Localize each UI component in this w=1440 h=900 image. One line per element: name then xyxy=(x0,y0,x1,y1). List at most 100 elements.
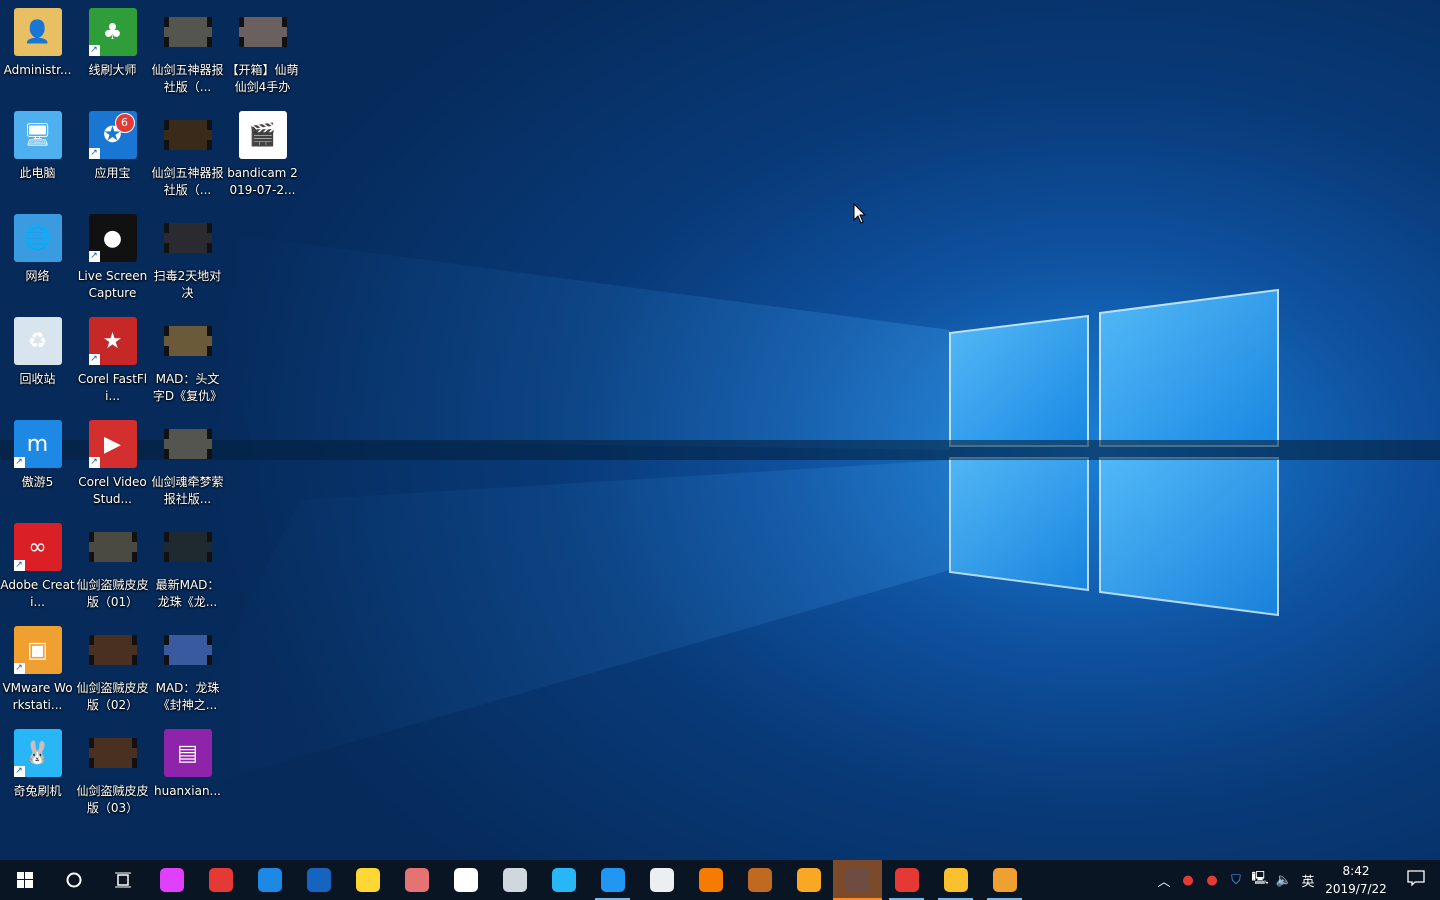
maxthon-icon: m ↗ xyxy=(13,420,62,468)
shortcut-arrow-icon: ↗ xyxy=(13,766,25,777)
desktop-icon-label: 网络 xyxy=(25,269,50,283)
taskbar-app-button[interactable] xyxy=(294,860,343,900)
desktop-icon[interactable]: ✪ ↗ 6 应用宝 xyxy=(75,107,150,207)
clock-date: 2019/7/22 xyxy=(1325,882,1387,896)
qq-penguin-icon[interactable]: ● xyxy=(1200,873,1224,888)
shield-icon[interactable]: ⛉ xyxy=(1224,873,1248,888)
desktop-icon[interactable]: 仙剑魂牵梦萦报社版... xyxy=(150,416,225,516)
desktop-icon[interactable]: ● ↗ Live Screen Capture xyxy=(75,210,150,310)
desktop-icon-label: 回收站 xyxy=(19,372,56,386)
taskbar-app-button[interactable] xyxy=(441,860,490,900)
taskbar-app-button[interactable] xyxy=(147,860,196,900)
user-folder-icon: 👤 xyxy=(13,8,62,56)
taskbar-app-button[interactable] xyxy=(980,860,1029,900)
ime-indicator[interactable]: 英 xyxy=(1296,871,1320,890)
notification-badge: 6 xyxy=(114,113,135,133)
taskbar-app-button[interactable] xyxy=(686,860,735,900)
desktop-icon[interactable]: 仙剑盗贼皮皮版（03） xyxy=(75,725,150,825)
task-view-icon[interactable] xyxy=(98,860,147,900)
desktop-icon[interactable]: ▤ huanxian... xyxy=(150,725,225,825)
video-file-icon xyxy=(163,223,212,253)
taskbar-app-button[interactable] xyxy=(588,860,637,900)
windows-start-icon[interactable] xyxy=(0,860,49,900)
desktop-icon[interactable]: ♣ ↗ 线刷大师 xyxy=(75,4,150,104)
taskbar-app-button[interactable] xyxy=(637,860,686,900)
desktop-icon[interactable]: ∞ ↗ Adobe Creati... xyxy=(0,519,75,619)
swift-bird-icon xyxy=(257,868,282,892)
desktop-icon-label: Corel VideoStud... xyxy=(78,475,147,506)
desktop-icon-label: 仙剑盗贼皮皮版（02） xyxy=(76,681,149,712)
shortcut-arrow-icon: ↗ xyxy=(13,663,25,674)
desktop-icon[interactable]: 仙剑五神器报社版（... xyxy=(150,107,225,207)
corel-fastflick-icon: ★ ↗ xyxy=(88,317,137,365)
desktop-icon-label: 最新MAD：龙珠《龙... xyxy=(155,578,220,609)
desktop-icon-label: 仙剑盗贼皮皮版（03） xyxy=(76,784,149,815)
video-file-icon xyxy=(163,429,212,459)
network-icon: 🌐 xyxy=(13,214,62,262)
video-file-icon xyxy=(163,326,212,356)
taskbar-app-button[interactable] xyxy=(343,860,392,900)
desktop-icon-label: 仙剑魂牵梦萦报社版... xyxy=(151,475,224,506)
taskbar-app-button[interactable] xyxy=(882,860,931,900)
desktop-icon[interactable]: 🖥 此电脑 xyxy=(0,107,75,207)
desktop[interactable]: 👤 Administr... 🖥 此电脑 🌐 网络 ♻ 回收站 m ↗ 傲游5 ∞ ↗ Adobe Cre… xyxy=(0,0,1440,860)
desktop-icon-label: 傲游5 xyxy=(21,475,54,489)
desktop-icon[interactable]: 仙剑五神器报社版（... xyxy=(150,4,225,104)
taskbar-apps xyxy=(147,860,1029,900)
desktop-icon-label: MAD：头文字D《复仇》 xyxy=(152,372,223,403)
taskbar-app-button[interactable] xyxy=(392,860,441,900)
taskbar-app-button[interactable] xyxy=(833,860,882,900)
taskbar-app-button[interactable] xyxy=(931,860,980,900)
desktop-icon[interactable]: 【开箱】仙萌仙剑4手办 xyxy=(225,4,300,104)
volume-icon[interactable]: 🔈 xyxy=(1272,873,1296,888)
taskbar-app-button[interactable] xyxy=(539,860,588,900)
computer-icon: 🖥 xyxy=(13,111,62,159)
clock[interactable]: 8:42 2019/7/22 xyxy=(1320,862,1392,898)
shortcut-arrow-icon: ↗ xyxy=(88,457,100,468)
action-center-icon[interactable] xyxy=(1392,870,1440,890)
chevron-up-icon[interactable]: ︿ xyxy=(1152,871,1176,890)
desktop-icon[interactable]: MAD：龙珠《封神之... xyxy=(150,622,225,722)
shortcut-arrow-icon: ↗ xyxy=(13,560,25,571)
network-icon[interactable]: 🖳 xyxy=(1248,869,1272,891)
desktop-icon[interactable]: MAD：头文字D《复仇》 xyxy=(150,313,225,413)
desktop-icon[interactable]: ♻ 回收站 xyxy=(0,313,75,413)
adobe-cc-icon: ∞ ↗ xyxy=(13,523,62,571)
taskbar-app-button[interactable] xyxy=(490,860,539,900)
shortcut-arrow-icon: ↗ xyxy=(88,354,100,365)
video-clip-file-icon: 🎬 xyxy=(238,111,287,159)
desktop-icon-label: MAD：龙珠《封神之... xyxy=(155,681,220,712)
taskbar-app-button[interactable] xyxy=(245,860,294,900)
desktop-icon-label: Live Screen Capture xyxy=(77,269,148,300)
cortana-circle-icon[interactable] xyxy=(49,860,98,900)
desktop-icon[interactable]: 🌐 网络 xyxy=(0,210,75,310)
game-hero-icon xyxy=(845,868,870,892)
desktop-icon[interactable]: 扫毒2天地对决 xyxy=(150,210,225,310)
desktop-icon-label: Corel FastFli... xyxy=(77,372,148,403)
desktop-icon[interactable]: ▶ ↗ Corel VideoStud... xyxy=(75,416,150,516)
taskbar-app-button[interactable] xyxy=(735,860,784,900)
desktop-icon-label: VMware Workstati... xyxy=(2,681,73,712)
desktop-icon[interactable]: 🎬 bandicam 2019-07-2... xyxy=(225,107,300,207)
record-app-icon xyxy=(894,868,919,892)
baidu-netdisk-icon xyxy=(453,868,478,892)
desktop-icon[interactable]: 仙剑盗贼皮皮版（02） xyxy=(75,622,150,722)
desktop-icon[interactable]: m ↗ 傲游5 xyxy=(0,416,75,516)
desktop-icon[interactable]: 👤 Administr... xyxy=(0,4,75,104)
desktop-icon[interactable]: ▣ ↗ VMware Workstati... xyxy=(0,622,75,722)
dragon-app-icon xyxy=(649,868,674,892)
qq-music-icon xyxy=(355,868,380,892)
shortcut-arrow-icon: ↗ xyxy=(88,45,100,56)
taskbar-app-button[interactable] xyxy=(196,860,245,900)
desktop-icon[interactable]: ★ ↗ Corel FastFli... xyxy=(75,313,150,413)
taskbar-app-button[interactable] xyxy=(784,860,833,900)
desktop-icon[interactable]: 🐰 ↗ 奇兔刷机 xyxy=(0,725,75,825)
globe-app-icon xyxy=(551,868,576,892)
recycle-bin-icon: ♻ xyxy=(13,317,62,365)
desktop-icon[interactable]: 仙剑盗贼皮皮版（01） xyxy=(75,519,150,619)
game-warrior-icon xyxy=(747,868,772,892)
winrar-archive-icon: ▤ xyxy=(163,729,212,777)
desktop-icon[interactable]: 最新MAD：龙珠《龙... xyxy=(150,519,225,619)
qq-penguin-icon[interactable]: ● xyxy=(1176,873,1200,888)
game-knight-icon xyxy=(698,868,723,892)
